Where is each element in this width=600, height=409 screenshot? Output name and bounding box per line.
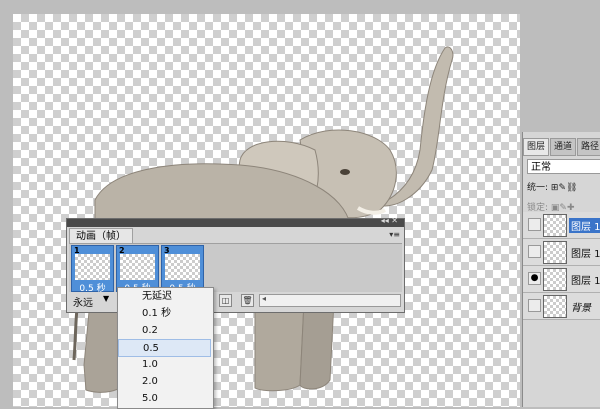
layer-row[interactable]: 图层 1 [523, 212, 600, 239]
layer-thumbnail [543, 241, 567, 264]
layers-panel: 图层 通道 路径 正常 统一: ⊞✎⛓ 锁定: ▣✎✚ 图层 1 图层 1 ● … [522, 132, 600, 407]
layer-name: 图层 1 [571, 249, 600, 260]
animation-frame[interactable]: 3 0.5 秒 [161, 245, 204, 294]
tab-paths[interactable]: 路径 [577, 138, 600, 156]
tween-icon[interactable]: ◫ [219, 294, 232, 307]
visibility-toggle[interactable] [528, 245, 541, 258]
layer-thumbnail [543, 268, 567, 291]
panel-menu-icon[interactable]: ▾≡ [389, 230, 400, 239]
visibility-toggle[interactable] [528, 299, 541, 312]
layer-row-background[interactable]: 背景 [523, 293, 600, 320]
layer-row[interactable]: 图层 1 [523, 239, 600, 266]
unify-icons[interactable]: ⊞✎⛓ [551, 183, 578, 193]
menu-item-delay[interactable]: 2.0 [118, 373, 211, 391]
trash-icon[interactable]: 🗑 [241, 294, 254, 307]
loop-select[interactable]: 永远 [73, 294, 93, 309]
menu-item-delay[interactable]: 0.2 [118, 322, 211, 340]
unify-row: 统一: ⊞✎⛓ [527, 180, 577, 193]
blend-mode-select[interactable]: 正常 [527, 159, 600, 174]
animation-frame[interactable]: 2 0.5 秒 [116, 245, 159, 294]
animation-frame[interactable]: 1 0.5 秒 [71, 245, 114, 294]
scroll-left-icon[interactable]: ◂ [262, 294, 266, 303]
tab-channels[interactable]: 通道 [550, 138, 577, 156]
layers-panel-tabs: 图层 通道 路径 [523, 138, 600, 156]
elephant-image [72, 46, 454, 393]
menu-item-delay[interactable]: 1.0 [118, 356, 211, 374]
layer-thumbnail [543, 214, 567, 237]
layer-row[interactable]: ● 图层 1 [523, 266, 600, 293]
tab-animation-frames[interactable]: 动画（帧） [69, 228, 133, 244]
chevron-down-icon[interactable]: ▼ [103, 294, 109, 303]
tab-layers[interactable]: 图层 [523, 138, 550, 156]
frames-strip: 1 0.5 秒 2 0.5 秒 3 0.5 秒 [69, 243, 402, 294]
delay-dropdown-menu: 无延迟 0.1 秒 0.2 0.5 1.0 2.0 5.0 [117, 287, 214, 409]
frame-thumbnail [165, 254, 200, 280]
menu-item-delay-selected[interactable]: 0.5 [118, 339, 211, 357]
workspace: 图层 通道 路径 正常 统一: ⊞✎⛓ 锁定: ▣✎✚ 图层 1 图层 1 ● … [0, 0, 600, 409]
frame-thumbnail [120, 254, 155, 280]
frames-scrollbar[interactable]: ◂ [259, 294, 401, 307]
collapse-icon[interactable]: ◂◂ ✕ [381, 216, 398, 225]
menu-item-delay[interactable]: 5.0 [118, 390, 211, 408]
menu-item-delay[interactable]: 0.1 秒 [118, 305, 211, 323]
visibility-toggle[interactable] [528, 218, 541, 231]
menu-item-delay[interactable]: 无延迟 [118, 288, 211, 306]
eye-icon[interactable]: ● [528, 272, 541, 285]
unify-label: 统一: [527, 183, 549, 193]
panel-title-bar[interactable]: ◂◂ ✕ [67, 216, 404, 227]
layer-name: 背景 [571, 303, 591, 314]
layer-name: 图层 1 [571, 276, 600, 287]
layer-name: 图层 1 [569, 218, 600, 233]
layer-thumbnail [543, 295, 567, 318]
frame-thumbnail [75, 254, 110, 280]
